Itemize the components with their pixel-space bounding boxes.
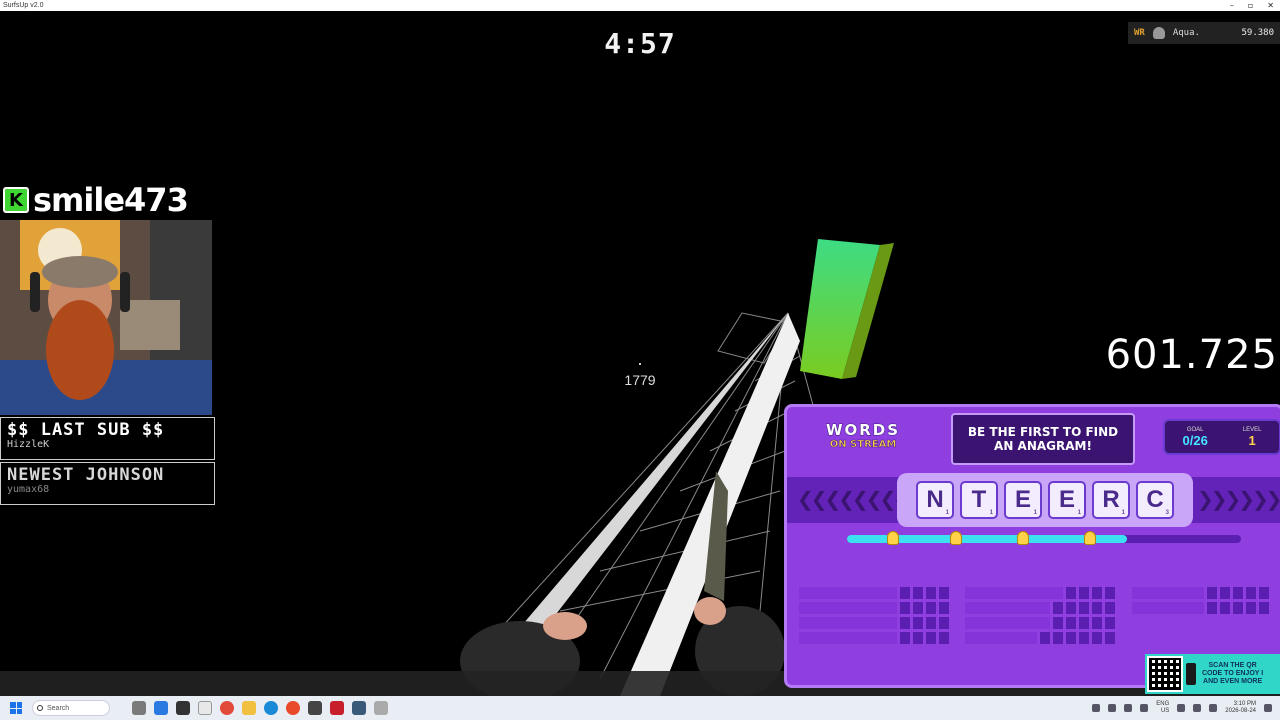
left-hand-fingers	[543, 612, 587, 640]
qr-promo-text: SCAN THE QR CODE TO ENJOY I AND EVEN MOR…	[1202, 662, 1264, 685]
last-sub-value: HizzleK	[7, 439, 50, 450]
app-icon[interactable]	[352, 701, 366, 715]
qr-code-icon	[1147, 656, 1183, 692]
level-progress-bar	[847, 535, 1241, 543]
obs-icon[interactable]	[330, 701, 344, 715]
tray-app-icon[interactable]	[1108, 704, 1117, 712]
webcam-feed	[0, 220, 212, 415]
app-icon[interactable]	[198, 701, 212, 715]
minimize-button[interactable]: –	[1230, 0, 1234, 11]
last-sub-label: $$ LAST SUB $$	[7, 420, 165, 440]
system-tray: ENG US 3:10 PM 2026-08-24	[1092, 696, 1272, 720]
letter-tile: E1	[1004, 481, 1042, 519]
streamer-name-badge: K smile473	[0, 180, 212, 220]
tray-app-icon[interactable]	[1124, 704, 1133, 712]
battery-icon[interactable]	[1209, 704, 1218, 712]
wr-label: WR	[1134, 28, 1145, 38]
lock-icon	[1017, 531, 1029, 545]
windows-start-icon[interactable]	[10, 702, 22, 714]
search-placeholder: Search	[47, 704, 70, 712]
notification-icon[interactable]	[1264, 704, 1272, 712]
level-label: LEVEL	[1242, 426, 1262, 433]
newest-panel: NEWEST JOHNSON yumax68	[0, 462, 215, 505]
logo-bottom-text: ON STREAM	[829, 439, 897, 451]
letter-tile: N1	[916, 481, 954, 519]
chevrons-left-icon: ❮❮❮❮❮❮❮❮	[797, 487, 910, 511]
letter-tile: C3	[1136, 481, 1174, 519]
window-controls: – ▫ ✕	[1230, 0, 1274, 11]
app-icon[interactable]	[374, 701, 388, 715]
maximize-button[interactable]: ▫	[1248, 0, 1253, 11]
window-title: SurfsUp v2.0	[3, 2, 44, 9]
helmet-icon	[1152, 27, 1165, 39]
qr-promo: SCAN THE QR CODE TO ENJOY I AND EVEN MOR…	[1145, 654, 1280, 694]
letter-tile: T1	[960, 481, 998, 519]
word-slots-col-3	[1132, 587, 1269, 617]
chevrons-right-icon: ❯❯❯❯❯❯❯	[1197, 487, 1280, 511]
close-button[interactable]: ✕	[1267, 0, 1274, 11]
volume-icon[interactable]	[1193, 704, 1202, 712]
lock-icon	[1084, 531, 1096, 545]
word-slots-col-2	[965, 587, 1115, 647]
wr-time: 59.380	[1241, 28, 1274, 38]
lock-icon	[887, 531, 899, 545]
newest-label: NEWEST JOHNSON	[7, 465, 165, 485]
app-icon[interactable]	[176, 701, 190, 715]
last-sub-panel: $$ LAST SUB $$ HizzleK	[0, 417, 215, 460]
app-icon[interactable]	[132, 701, 146, 715]
microphone-icon[interactable]	[1140, 704, 1149, 712]
newest-value: yumax68	[7, 484, 50, 495]
words-on-stream-panel: WORDS ON STREAM BE THE FIRST TO FIND AN …	[784, 404, 1280, 688]
app-icon[interactable]	[154, 701, 168, 715]
language-indicator[interactable]: ENG US	[1156, 701, 1169, 715]
window-titlebar: SurfsUp v2.0 – ▫ ✕	[0, 0, 1280, 11]
windows-taskbar: Search ENG US 3:10 PM 2026-08-24	[0, 696, 1280, 720]
search-icon	[37, 705, 43, 711]
letter-tiles: N1 T1 E1 E1 R1 C3	[897, 473, 1193, 527]
words-on-stream-logo: WORDS ON STREAM	[823, 421, 903, 461]
goal-value: 0/26	[1182, 432, 1208, 448]
taskbar-search-input[interactable]: Search	[32, 700, 110, 716]
world-record-box: WR Aqua. 59.380	[1128, 22, 1280, 44]
firefox-icon[interactable]	[286, 701, 300, 715]
letter-tile: E1	[1048, 481, 1086, 519]
taskbar-clock[interactable]: 3:10 PM 2026-08-24	[1225, 701, 1256, 715]
chevron-up-icon[interactable]	[1092, 704, 1101, 712]
streamer-username: smile473	[32, 180, 190, 220]
wifi-icon[interactable]	[1177, 704, 1186, 712]
wr-player: Aqua.	[1172, 28, 1200, 38]
phone-icon	[1186, 663, 1196, 685]
level-value: 1	[1248, 432, 1256, 448]
word-slots-col-1	[799, 587, 949, 647]
round-timer: 4:57	[604, 27, 676, 60]
chrome-icon[interactable]	[220, 701, 234, 715]
kick-icon: K	[3, 187, 29, 213]
right-hand-fingers	[694, 597, 726, 625]
run-time-readout: 601.725	[1105, 332, 1278, 378]
goal-level-box: GOAL 0/26 LEVEL 1	[1163, 419, 1280, 455]
crosshair	[639, 363, 641, 365]
speed-readout: 1779	[624, 372, 656, 388]
lock-icon	[950, 531, 962, 545]
anagram-banner: BE THE FIRST TO FIND AN ANAGRAM!	[951, 413, 1135, 465]
letter-tile: R1	[1092, 481, 1130, 519]
steam-icon[interactable]	[308, 701, 322, 715]
edge-icon[interactable]	[264, 701, 278, 715]
logo-top-text: WORDS	[825, 421, 901, 440]
folder-icon[interactable]	[242, 701, 256, 715]
taskbar-app-icons	[132, 701, 388, 715]
